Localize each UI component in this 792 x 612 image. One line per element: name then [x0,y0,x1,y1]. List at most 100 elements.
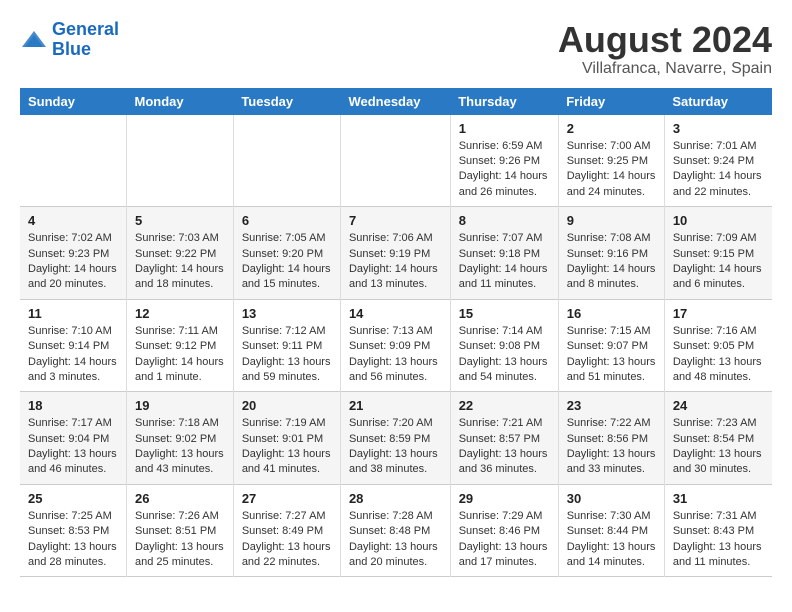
day-cell: 31 Sunrise: 7:31 AMSunset: 8:43 PMDayligh… [664,484,772,577]
day-number: 12 [135,306,225,321]
week-row-1: 1 Sunrise: 6:59 AMSunset: 9:26 PMDaylight… [20,115,772,207]
day-cell: 13Sunrise: 7:12 AMSunset: 9:11 PMDayligh… [233,299,340,392]
day-number: 1 [459,121,550,136]
day-cell: 15Sunrise: 7:14 AMSunset: 9:08 PMDayligh… [450,299,558,392]
day-cell [20,115,127,207]
day-cell: 7 Sunrise: 7:06 AMSunset: 9:19 PMDaylight… [340,207,450,300]
day-number: 29 [459,491,550,506]
day-number: 22 [459,398,550,413]
day-cell [233,115,340,207]
day-number: 3 [673,121,764,136]
day-cell: 20Sunrise: 7:19 AMSunset: 9:01 PMDayligh… [233,392,340,485]
day-cell: 22 Sunrise: 7:21 AMSunset: 8:57 PMDayligh… [450,392,558,485]
day-info: Sunrise: 7:11 AMSunset: 9:12 PMDaylight:… [135,324,225,386]
day-number: 14 [349,306,442,321]
day-number: 15 [459,306,550,321]
day-cell: 14 Sunrise: 7:13 AMSunset: 9:09 PMDayligh… [340,299,450,392]
day-number: 7 [349,213,442,228]
week-row-5: 25 Sunrise: 7:25 AMSunset: 8:53 PMDayligh… [20,484,772,577]
day-cell: 10 Sunrise: 7:09 AMSunset: 9:15 PMDayligh… [664,207,772,300]
day-number: 25 [28,491,118,506]
day-cell: 4 Sunrise: 7:02 AMSunset: 9:23 PMDaylight… [20,207,127,300]
week-row-4: 18Sunrise: 7:17 AMSunset: 9:04 PMDayligh… [20,392,772,485]
day-info: Sunrise: 7:28 AMSunset: 8:48 PMDaylight:… [349,509,442,571]
day-header-wednesday: Wednesday [340,88,450,115]
day-info: Sunrise: 7:23 AMSunset: 8:54 PMDaylight:… [673,416,764,478]
day-info: Sunrise: 7:21 AMSunset: 8:57 PMDaylight:… [459,416,550,478]
day-cell: 24 Sunrise: 7:23 AMSunset: 8:54 PMDayligh… [664,392,772,485]
week-row-2: 4 Sunrise: 7:02 AMSunset: 9:23 PMDaylight… [20,207,772,300]
day-cell: 6 Sunrise: 7:05 AMSunset: 9:20 PMDaylight… [233,207,340,300]
logo-text: General Blue [52,20,119,60]
day-info: Sunrise: 7:06 AMSunset: 9:19 PMDaylight:… [349,231,442,293]
day-cell: 18Sunrise: 7:17 AMSunset: 9:04 PMDayligh… [20,392,127,485]
day-cell: 9 Sunrise: 7:08 AMSunset: 9:16 PMDaylight… [558,207,664,300]
day-cell: 12 Sunrise: 7:11 AMSunset: 9:12 PMDayligh… [127,299,234,392]
day-number: 23 [567,398,656,413]
day-cell: 5Sunrise: 7:03 AMSunset: 9:22 PMDaylight… [127,207,234,300]
logo-icon [20,29,48,51]
day-info: Sunrise: 7:01 AMSunset: 9:24 PMDaylight:… [673,139,764,201]
day-number: 21 [349,398,442,413]
day-info: Sunrise: 7:02 AMSunset: 9:23 PMDaylight:… [28,231,118,293]
day-info: Sunrise: 7:30 AMSunset: 8:44 PMDaylight:… [567,509,656,571]
day-info: Sunrise: 7:22 AMSunset: 8:56 PMDaylight:… [567,416,656,478]
week-row-3: 11 Sunrise: 7:10 AMSunset: 9:14 PMDayligh… [20,299,772,392]
day-number: 9 [567,213,656,228]
day-info: Sunrise: 7:10 AMSunset: 9:14 PMDaylight:… [28,324,118,386]
day-number: 13 [242,306,332,321]
day-header-saturday: Saturday [664,88,772,115]
day-cell: 27Sunrise: 7:27 AMSunset: 8:49 PMDayligh… [233,484,340,577]
day-info: Sunrise: 7:25 AMSunset: 8:53 PMDaylight:… [28,509,118,571]
day-info: Sunrise: 7:16 AMSunset: 9:05 PMDaylight:… [673,324,764,386]
day-cell: 26Sunrise: 7:26 AMSunset: 8:51 PMDayligh… [127,484,234,577]
day-info: Sunrise: 7:13 AMSunset: 9:09 PMDaylight:… [349,324,442,386]
day-number: 6 [242,213,332,228]
month-year: August 2024 [558,20,772,60]
calendar-body: 1 Sunrise: 6:59 AMSunset: 9:26 PMDaylight… [20,115,772,577]
day-cell: 21 Sunrise: 7:20 AMSunset: 8:59 PMDayligh… [340,392,450,485]
day-cell: 3 Sunrise: 7:01 AMSunset: 9:24 PMDaylight… [664,115,772,207]
day-header-monday: Monday [127,88,234,115]
day-cell [127,115,234,207]
day-number: 31 [673,491,764,506]
logo: General Blue [20,20,119,60]
day-info: Sunrise: 7:17 AMSunset: 9:04 PMDaylight:… [28,416,118,478]
day-info: Sunrise: 7:05 AMSunset: 9:20 PMDaylight:… [242,231,332,293]
day-info: Sunrise: 7:27 AMSunset: 8:49 PMDaylight:… [242,509,332,571]
day-info: Sunrise: 7:07 AMSunset: 9:18 PMDaylight:… [459,231,550,293]
day-cell: 25 Sunrise: 7:25 AMSunset: 8:53 PMDayligh… [20,484,127,577]
day-info: Sunrise: 7:00 AMSunset: 9:25 PMDaylight:… [567,139,656,201]
day-number: 16 [567,306,656,321]
day-cell: 17Sunrise: 7:16 AMSunset: 9:05 PMDayligh… [664,299,772,392]
title-block: August 2024 Villafranca, Navarre, Spain [558,20,772,78]
day-number: 24 [673,398,764,413]
day-info: Sunrise: 7:31 AMSunset: 8:43 PMDaylight:… [673,509,764,571]
location: Villafranca, Navarre, Spain [558,60,772,78]
day-number: 10 [673,213,764,228]
day-info: Sunrise: 6:59 AMSunset: 9:26 PMDaylight:… [459,139,550,201]
day-number: 4 [28,213,118,228]
day-info: Sunrise: 7:08 AMSunset: 9:16 PMDaylight:… [567,231,656,293]
day-cell: 11 Sunrise: 7:10 AMSunset: 9:14 PMDayligh… [20,299,127,392]
calendar-header: SundayMondayTuesdayWednesdayThursdayFrid… [20,88,772,115]
day-headers-row: SundayMondayTuesdayWednesdayThursdayFrid… [20,88,772,115]
day-cell: 28 Sunrise: 7:28 AMSunset: 8:48 PMDayligh… [340,484,450,577]
day-cell: 8 Sunrise: 7:07 AMSunset: 9:18 PMDaylight… [450,207,558,300]
day-number: 8 [459,213,550,228]
day-info: Sunrise: 7:18 AMSunset: 9:02 PMDaylight:… [135,416,225,478]
page-header: General Blue August 2024 Villafranca, Na… [20,20,772,78]
day-info: Sunrise: 7:29 AMSunset: 8:46 PMDaylight:… [459,509,550,571]
day-header-sunday: Sunday [20,88,127,115]
day-cell: 1 Sunrise: 6:59 AMSunset: 9:26 PMDaylight… [450,115,558,207]
day-cell: 2Sunrise: 7:00 AMSunset: 9:25 PMDaylight… [558,115,664,207]
day-number: 30 [567,491,656,506]
day-number: 28 [349,491,442,506]
day-info: Sunrise: 7:20 AMSunset: 8:59 PMDaylight:… [349,416,442,478]
day-number: 11 [28,306,118,321]
day-number: 19 [135,398,225,413]
day-info: Sunrise: 7:09 AMSunset: 9:15 PMDaylight:… [673,231,764,293]
day-info: Sunrise: 7:03 AMSunset: 9:22 PMDaylight:… [135,231,225,293]
day-header-tuesday: Tuesday [233,88,340,115]
day-cell [340,115,450,207]
